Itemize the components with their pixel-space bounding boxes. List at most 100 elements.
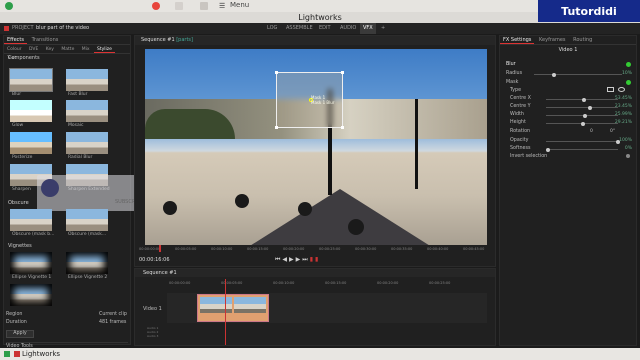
mask-handle[interactable]	[275, 126, 278, 129]
menu-label[interactable]: Menu	[230, 1, 249, 9]
effect-thumb-mosaic[interactable]	[66, 100, 108, 122]
section-obscure[interactable]: Obscure	[4, 199, 29, 207]
video-clip[interactable]	[197, 294, 269, 322]
effect-thumb-obscure-mosaic[interactable]	[66, 209, 108, 231]
tab-routing[interactable]: Routing	[570, 37, 595, 43]
effect-thumb-vignette-2[interactable]	[66, 252, 108, 274]
effect-thumb-posterize[interactable]	[10, 132, 52, 154]
opacity-value[interactable]: 100%	[619, 138, 632, 143]
rotation-value[interactable]: 0	[590, 129, 593, 134]
video-frame[interactable]: Mask 1 Mask 1 Blur	[145, 49, 487, 245]
play-icon[interactable]: ▶	[289, 256, 296, 263]
cat-key[interactable]: Key	[43, 47, 57, 52]
centre-y-slider[interactable]	[546, 105, 618, 110]
region-label: Region	[6, 312, 23, 317]
centre-y-knob[interactable]	[588, 105, 593, 110]
softness-slider[interactable]	[546, 147, 618, 152]
invert-selection-label[interactable]: Invert selection	[510, 154, 547, 159]
effect-thumb-obscure-blur[interactable]	[10, 209, 52, 231]
track-label-audio-3[interactable]: Audio 3	[147, 334, 158, 338]
cat-colour[interactable]: Colour	[4, 47, 25, 52]
text-editor-icon[interactable]	[175, 2, 183, 10]
effect-thumb-glow[interactable]	[10, 100, 52, 122]
invert-selection-toggle[interactable]	[626, 154, 630, 158]
tab-transitions[interactable]: Transitions	[29, 37, 62, 43]
effect-thumb-blur[interactable]	[9, 68, 53, 92]
section-vignettes[interactable]: Vignettes	[4, 242, 32, 250]
bollard	[298, 202, 312, 216]
softness-knob[interactable]	[546, 147, 550, 152]
timeline-sequence-label: Sequence #1	[143, 270, 177, 276]
section-components[interactable]: Components	[4, 54, 130, 62]
taskbar-app-label[interactable]: Lightworks	[22, 348, 60, 360]
mask-label[interactable]: Mask	[506, 80, 518, 85]
start-menu-icon[interactable]	[4, 351, 10, 357]
mask-handle[interactable]	[341, 126, 344, 129]
effect-thumb-vignette-1[interactable]	[10, 252, 52, 274]
param-value-0[interactable]: 53.45%	[615, 96, 632, 101]
effect-thumb-vignette-3[interactable]	[10, 284, 52, 306]
cat-matte[interactable]: Matte	[58, 47, 77, 52]
tab-fx-settings[interactable]: FX Settings	[500, 37, 535, 44]
transport-controls: ⏮◀▶▶⏭▮▮	[275, 256, 320, 264]
ellipse-mask-icon[interactable]	[618, 87, 625, 92]
blur-mask-rectangle[interactable]: Mask 1 Mask 1 Blur	[275, 71, 344, 129]
effect-name-blur[interactable]: Blur	[506, 62, 516, 67]
height-slider[interactable]	[546, 121, 618, 126]
lightworks-taskbar-icon[interactable]	[14, 351, 20, 357]
radius-value[interactable]: 10%	[622, 71, 632, 76]
fx-track-label[interactable]: Video 1	[500, 47, 636, 53]
effect-enable-toggle[interactable]	[626, 62, 631, 67]
mark-out-icon[interactable]: ▮	[315, 256, 320, 263]
ruler-tick: 00:00:00:00	[169, 281, 191, 285]
viewer-timecode[interactable]: 00:00:16:06	[139, 257, 170, 263]
tab-vfx[interactable]: VFX	[360, 23, 376, 34]
tab-edit[interactable]: EDIT	[316, 23, 334, 34]
centre-x-slider[interactable]	[546, 97, 618, 102]
tab-assemble[interactable]: ASSEMBLE	[283, 23, 316, 34]
param-value-3[interactable]: 29.21%	[615, 120, 632, 125]
softness-value[interactable]: 0%	[625, 146, 632, 151]
lightworks-logo-icon[interactable]	[4, 26, 9, 31]
effect-label-sharpen: Sharpen	[12, 187, 31, 192]
chrome-icon[interactable]	[152, 2, 160, 10]
tab-audio[interactable]: AUDIO	[337, 23, 359, 34]
timeline-ruler[interactable]: 00:00:00:00 00:00:05:00 00:00:10:00 00:0…	[165, 281, 491, 287]
tab-keyframes[interactable]: Keyframes	[536, 37, 569, 43]
cat-dve[interactable]: DVE	[26, 47, 41, 52]
mask-handle[interactable]	[341, 71, 344, 74]
track-label-video-1[interactable]: Video 1	[143, 306, 162, 312]
rotation-unit[interactable]: 0°	[610, 129, 615, 134]
param-value-2[interactable]: 25.99%	[615, 112, 632, 117]
radius-slider[interactable]	[534, 72, 622, 77]
centre-x-knob[interactable]	[582, 97, 587, 102]
cat-stylize[interactable]: Stylize	[94, 47, 115, 53]
duration-value: 481 frames	[99, 320, 127, 325]
effect-thumb-fast-blur[interactable]	[66, 69, 108, 91]
height-knob[interactable]	[580, 121, 585, 126]
timeline-playhead[interactable]	[225, 279, 226, 345]
param-value-1[interactable]: 23.45%	[615, 104, 632, 109]
menu-icon[interactable]: ☰	[219, 2, 225, 10]
opacity-slider[interactable]	[546, 139, 620, 144]
ruler-tick: 00:00:15:00	[247, 247, 269, 251]
width-knob[interactable]	[583, 113, 588, 118]
rectangle-mask-icon[interactable]	[607, 87, 614, 92]
effect-thumb-radial-blur[interactable]	[66, 132, 108, 154]
cat-mix[interactable]: Mix	[79, 47, 93, 52]
viewer-playhead[interactable]	[159, 245, 161, 252]
apply-button[interactable]: Apply	[6, 330, 34, 338]
tab-effects[interactable]: Effects	[4, 37, 27, 44]
radius-knob[interactable]	[552, 72, 556, 77]
start-icon[interactable]	[5, 2, 13, 10]
width-slider[interactable]	[546, 113, 618, 118]
mask-handle[interactable]	[275, 71, 278, 74]
tab-add[interactable]: +	[378, 23, 388, 34]
tab-log[interactable]: LOG	[264, 23, 280, 34]
viewer-ruler[interactable]: 00:00:00:00 00:00:05:00 00:00:10:00 00:0…	[135, 245, 495, 254]
project-name[interactable]: blur part of the video	[36, 23, 89, 34]
region-select[interactable]: Current clip	[99, 312, 127, 317]
next-frame-icon[interactable]: ⏭	[302, 256, 309, 263]
files-icon[interactable]	[200, 2, 208, 10]
mask-enable-toggle[interactable]	[626, 80, 631, 85]
